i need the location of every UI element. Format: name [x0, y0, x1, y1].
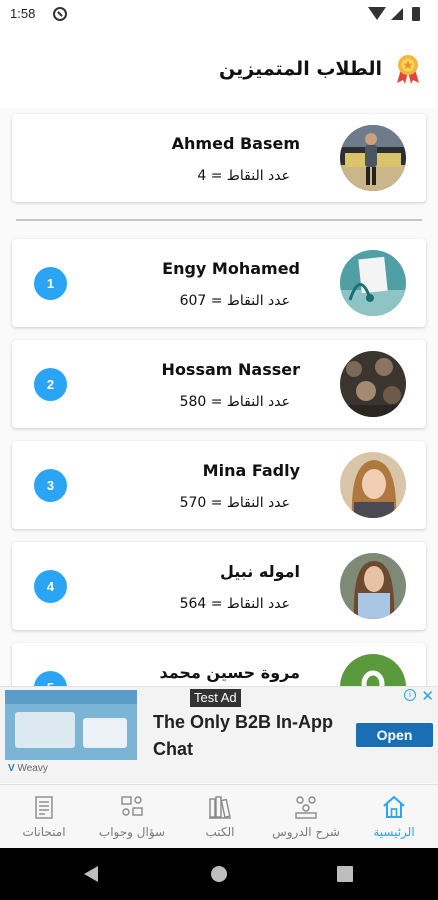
exams-icon — [35, 796, 53, 819]
status-bar: 1:58 — [0, 0, 438, 28]
nav-label: الرئيسية — [373, 825, 415, 839]
nav-exams[interactable]: امتحانات — [0, 785, 88, 849]
leaderboard-card[interactable]: 3 Mina Fadly عدد النقاط = 570 — [12, 441, 426, 529]
bottom-nav: الرئيسية شرح الدروس الكتب سؤال وجواب امت… — [0, 784, 438, 848]
points-text: عدد النقاط = 580 — [179, 394, 290, 410]
leaderboard-card[interactable]: 2 Hossam Nasser عدد النقاط = 580 — [12, 340, 426, 428]
ad-image[interactable] — [5, 690, 137, 760]
divider — [16, 219, 422, 221]
student-name: اموله نبيل — [219, 562, 300, 581]
nav-qa[interactable]: سؤال وجواب — [88, 785, 176, 849]
home-icon — [383, 795, 405, 818]
rank-badge: 4 — [34, 570, 67, 603]
avatar — [340, 250, 406, 316]
qa-icon — [121, 796, 143, 816]
page-header: الطلاب المتميزين — [0, 28, 438, 108]
student-name: Hossam Nasser — [161, 360, 300, 379]
student-name: Mina Fadly — [202, 461, 300, 480]
avatar — [340, 452, 406, 518]
nav-label: الكتب — [205, 825, 235, 839]
nav-label: امتحانات — [22, 825, 66, 839]
nav-lessons[interactable]: شرح الدروس — [262, 785, 350, 849]
ad-banner[interactable]: V Weavy Test Ad The Only B2B In-App Chat… — [0, 686, 438, 783]
books-icon — [209, 796, 231, 819]
nav-label: سؤال وجواب — [98, 825, 166, 839]
status-icons — [368, 6, 428, 22]
avatar — [340, 553, 406, 619]
nav-home[interactable]: الرئيسية — [350, 785, 438, 849]
points-text: عدد النقاط = 607 — [179, 293, 290, 309]
nav-label: شرح الدروس — [272, 825, 340, 839]
ad-brand: V Weavy — [8, 763, 48, 774]
close-icon[interactable]: ✕ — [421, 687, 434, 705]
avatar — [340, 125, 406, 191]
lessons-icon — [295, 796, 317, 819]
page-title: الطلاب المتميزين — [219, 58, 382, 80]
rank-badge: 1 — [34, 267, 67, 300]
current-user-card[interactable]: Ahmed Basem عدد النقاط = 4 — [12, 114, 426, 202]
leaderboard-card[interactable]: 4 اموله نبيل عدد النقاط = 564 — [12, 542, 426, 630]
avatar — [340, 351, 406, 417]
ad-open-button[interactable]: Open — [356, 723, 433, 747]
points-text: عدد النقاط = 564 — [179, 596, 290, 612]
recent-apps-icon[interactable] — [337, 866, 353, 882]
nav-books[interactable]: الكتب — [176, 785, 264, 849]
info-icon[interactable]: i — [404, 689, 416, 701]
system-nav-bar — [0, 848, 438, 900]
do-not-disturb-icon — [53, 7, 67, 21]
student-name: Engy Mohamed — [162, 259, 300, 278]
points-text: عدد النقاط = 4 — [197, 168, 290, 184]
student-name: مروة حسين محمد — [159, 663, 300, 682]
home-button-icon[interactable] — [211, 866, 227, 882]
battery-icon — [412, 7, 420, 21]
student-name: Ahmed Basem — [171, 134, 300, 153]
signal-icon — [391, 8, 403, 20]
status-time: 1:58 — [10, 6, 36, 21]
award-ribbon-icon — [397, 55, 419, 84]
rank-badge: 2 — [34, 368, 67, 401]
back-icon[interactable] — [84, 866, 98, 882]
wifi-icon — [368, 7, 386, 20]
ad-label: Test Ad — [190, 689, 241, 707]
leaderboard-card[interactable]: 1 Engy Mohamed عدد النقاط = 607 — [12, 239, 426, 327]
ad-headline[interactable]: The Only B2B In-App Chat — [153, 709, 353, 763]
points-text: عدد النقاط = 570 — [179, 495, 290, 511]
rank-badge: 3 — [34, 469, 67, 502]
